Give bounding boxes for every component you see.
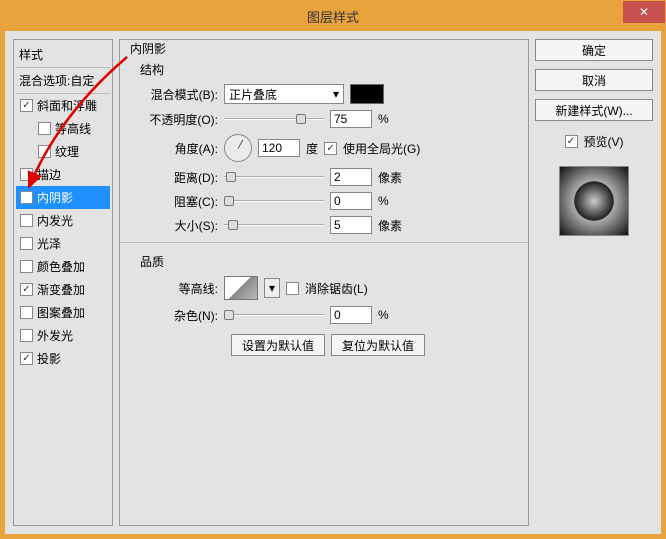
style-checkbox[interactable]: ✓ xyxy=(20,352,33,365)
style-checkbox[interactable]: ✓ xyxy=(20,283,33,296)
distance-label: 距离(D): xyxy=(136,169,218,186)
style-checkbox[interactable]: ✓ xyxy=(20,99,33,112)
size-slider[interactable] xyxy=(224,218,324,232)
distance-slider[interactable] xyxy=(224,170,324,184)
make-default-button[interactable]: 设置为默认值 xyxy=(231,334,325,356)
choke-input[interactable] xyxy=(330,192,372,210)
style-label: 外发光 xyxy=(37,327,73,344)
group-title: 内阴影 xyxy=(126,40,520,57)
style-label: 内发光 xyxy=(37,212,73,229)
blend-mode-value: 正片叠底 xyxy=(229,86,277,103)
style-item-1[interactable]: 等高线 xyxy=(16,117,110,140)
style-checkbox[interactable] xyxy=(38,145,51,158)
opacity-slider[interactable] xyxy=(224,112,324,126)
antialias-label: 消除锯齿(L) xyxy=(305,280,368,297)
style-checkbox[interactable] xyxy=(20,260,33,273)
style-label: 渐变叠加 xyxy=(37,281,85,298)
titlebar: 图层样式 ✕ xyxy=(1,1,665,31)
preview-thumbnail xyxy=(559,166,629,236)
noise-input[interactable] xyxy=(330,306,372,324)
new-style-button[interactable]: 新建样式(W)... xyxy=(535,99,653,121)
cancel-button[interactable]: 取消 xyxy=(535,69,653,91)
angle-label: 角度(A): xyxy=(136,140,218,157)
contour-label: 等高线: xyxy=(136,280,218,297)
style-checkbox[interactable] xyxy=(20,237,33,250)
blend-mode-label: 混合模式(B): xyxy=(136,86,218,103)
noise-slider[interactable] xyxy=(224,308,324,322)
choke-label: 阻塞(C): xyxy=(136,193,218,210)
style-checkbox[interactable] xyxy=(38,122,51,135)
choke-unit: % xyxy=(378,194,389,208)
quality-title: 品质 xyxy=(140,253,520,270)
style-item-3[interactable]: 描边 xyxy=(16,163,110,186)
style-label: 等高线 xyxy=(55,120,91,137)
style-item-4[interactable]: ✓ 内阴影 xyxy=(16,186,110,209)
preview-checkbox[interactable]: ✓ xyxy=(565,135,578,148)
style-label: 光泽 xyxy=(37,235,61,252)
distance-unit: 像素 xyxy=(378,169,402,186)
close-button[interactable]: ✕ xyxy=(623,1,665,23)
style-label: 斜面和浮雕 xyxy=(37,97,97,114)
style-item-0[interactable]: ✓ 斜面和浮雕 xyxy=(16,94,110,117)
style-checkbox[interactable] xyxy=(20,329,33,342)
style-item-2[interactable]: 纹理 xyxy=(16,140,110,163)
style-item-6[interactable]: 光泽 xyxy=(16,232,110,255)
style-label: 描边 xyxy=(37,166,61,183)
size-unit: 像素 xyxy=(378,217,402,234)
style-item-10[interactable]: 外发光 xyxy=(16,324,110,347)
styles-header[interactable]: 样式 xyxy=(16,42,110,68)
style-item-5[interactable]: 内发光 xyxy=(16,209,110,232)
style-item-11[interactable]: ✓ 投影 xyxy=(16,347,110,370)
style-checkbox[interactable] xyxy=(20,306,33,319)
shadow-color-swatch[interactable] xyxy=(350,84,384,104)
size-label: 大小(S): xyxy=(136,217,218,234)
size-input[interactable] xyxy=(330,216,372,234)
opacity-input[interactable] xyxy=(330,110,372,128)
style-checkbox[interactable] xyxy=(20,168,33,181)
preview-label: 预览(V) xyxy=(584,133,624,150)
reset-default-button[interactable]: 复位为默认值 xyxy=(331,334,425,356)
style-checkbox[interactable]: ✓ xyxy=(20,191,33,204)
distance-input[interactable] xyxy=(330,168,372,186)
use-global-checkbox[interactable]: ✓ xyxy=(324,142,337,155)
style-item-7[interactable]: 颜色叠加 xyxy=(16,255,110,278)
style-label: 图案叠加 xyxy=(37,304,85,321)
blend-mode-select[interactable]: 正片叠底 ▾ xyxy=(224,84,344,104)
angle-input[interactable] xyxy=(258,139,300,157)
blending-options[interactable]: 混合选项:自定 xyxy=(16,68,110,94)
style-label: 颜色叠加 xyxy=(37,258,85,275)
style-item-9[interactable]: 图案叠加 xyxy=(16,301,110,324)
structure-title: 结构 xyxy=(140,61,520,78)
opacity-label: 不透明度(O): xyxy=(136,111,218,128)
style-label: 内阴影 xyxy=(37,189,73,206)
style-label: 投影 xyxy=(37,350,61,367)
antialias-checkbox[interactable] xyxy=(286,282,299,295)
choke-slider[interactable] xyxy=(224,194,324,208)
chevron-down-icon: ▾ xyxy=(333,87,339,101)
use-global-label: 使用全局光(G) xyxy=(343,140,420,157)
styles-list: 样式 混合选项:自定 ✓ 斜面和浮雕等高线纹理描边 ✓ 内阴影内发光光泽颜色叠加 ✓ 渐变… xyxy=(13,39,113,526)
chevron-down-icon[interactable]: ▾ xyxy=(264,278,280,298)
contour-picker[interactable] xyxy=(224,276,258,300)
noise-unit: % xyxy=(378,308,389,322)
style-label: 纹理 xyxy=(55,143,79,160)
close-icon: ✕ xyxy=(639,5,649,19)
opacity-unit: % xyxy=(378,112,389,126)
dialog-title: 图层样式 xyxy=(307,7,359,26)
style-checkbox[interactable] xyxy=(20,214,33,227)
ok-button[interactable]: 确定 xyxy=(535,39,653,61)
style-item-8[interactable]: ✓ 渐变叠加 xyxy=(16,278,110,301)
angle-unit: 度 xyxy=(306,140,318,157)
angle-dial[interactable] xyxy=(224,134,252,162)
inner-shadow-group: 内阴影 结构 混合模式(B): 正片叠底 ▾ 不透明度(O): % xyxy=(119,39,529,526)
noise-label: 杂色(N): xyxy=(136,307,218,324)
